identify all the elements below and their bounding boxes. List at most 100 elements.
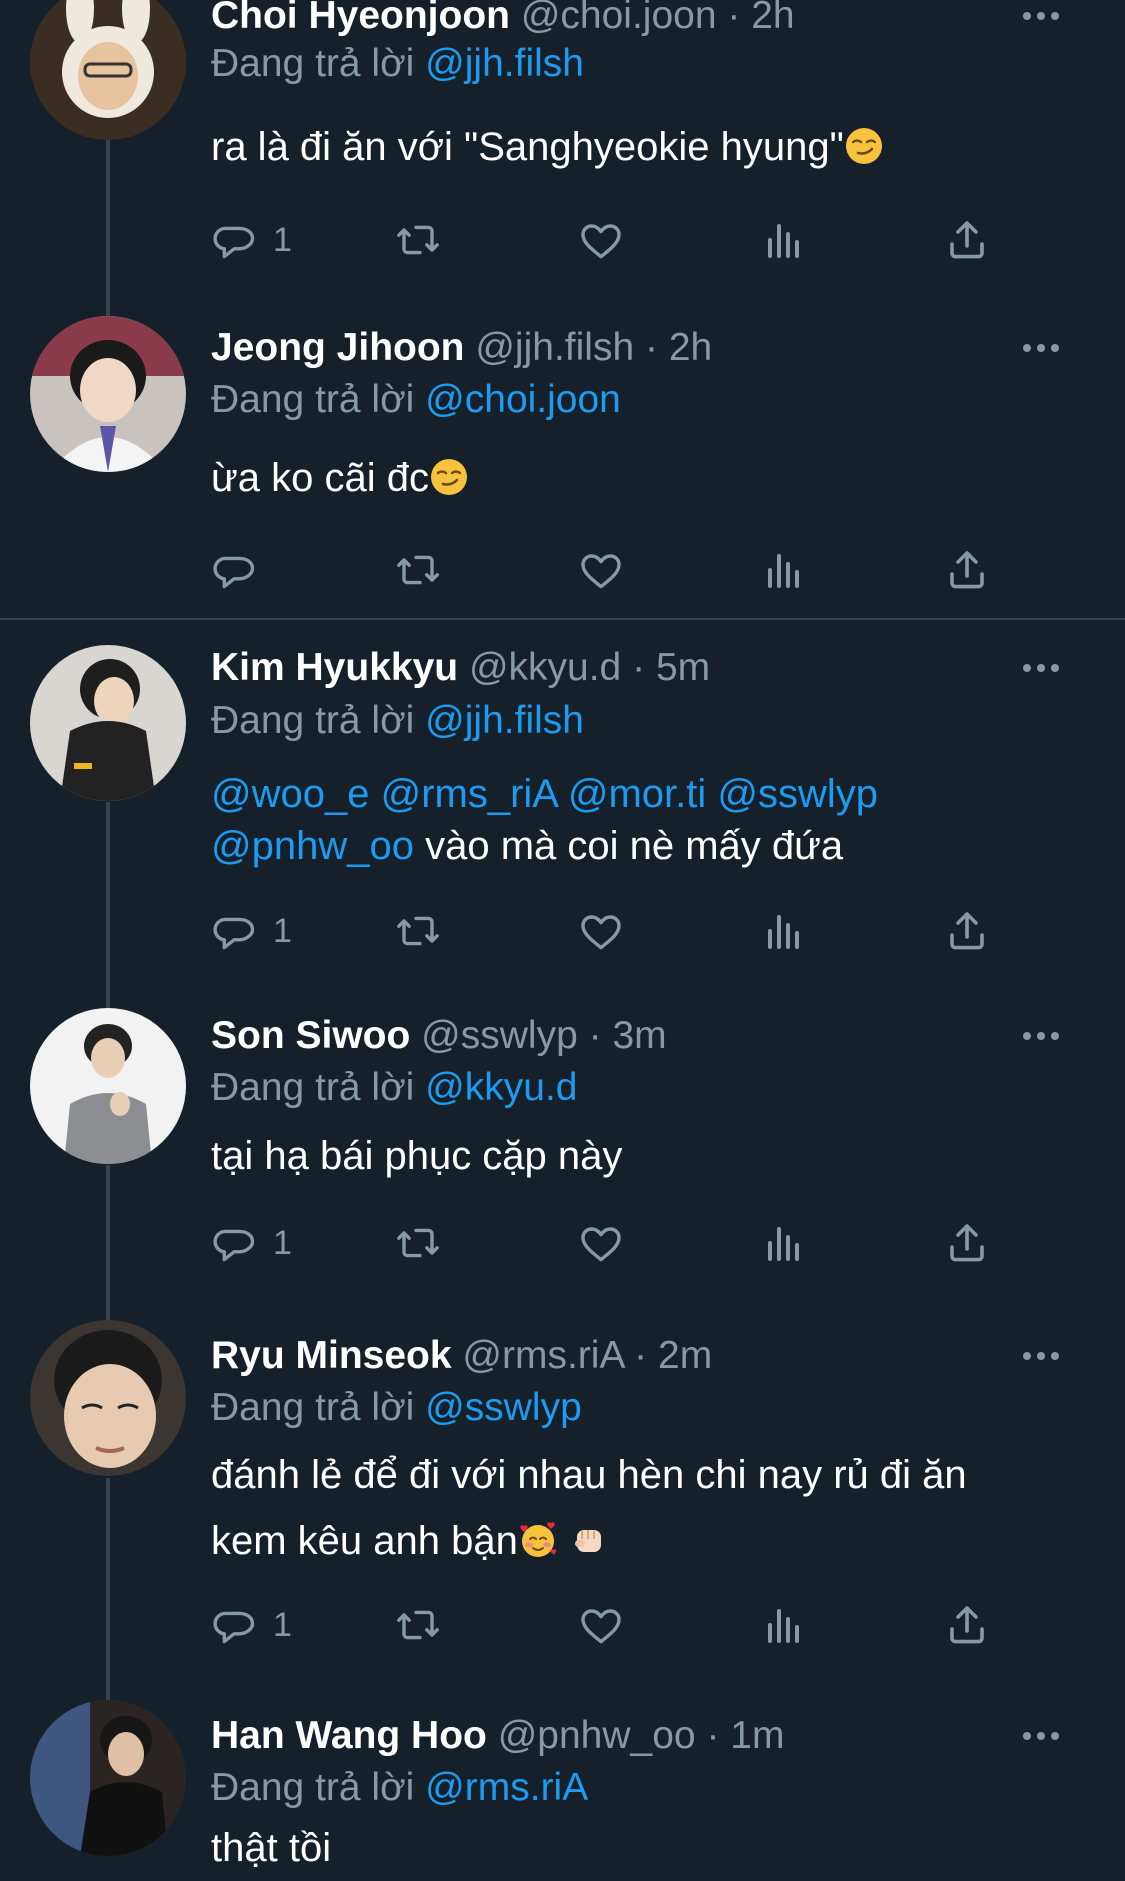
tweet-text-content: ừa ko cãi đc — [211, 456, 429, 500]
reply-icon — [211, 1219, 259, 1267]
heart-icon — [577, 907, 625, 955]
separator-dot: · — [588, 1014, 602, 1057]
tweet[interactable]: Son Siwoo @sswlyp · 3m Đang trả lời @kky… — [0, 1000, 1125, 1320]
heart-icon — [577, 546, 625, 594]
more-options-icon[interactable] — [1001, 1330, 1061, 1382]
replying-label: Đang trả lời — [211, 1766, 415, 1809]
tweet[interactable]: Jeong Jihoon @jjh.filsh · 2h Đang trả lờ… — [0, 312, 1125, 617]
reply-count: 1 — [273, 1223, 292, 1262]
more-options-icon[interactable] — [1001, 1710, 1061, 1762]
replying-mention[interactable]: @choi.joon — [425, 378, 621, 421]
display-name[interactable]: Son Siwoo — [211, 1014, 410, 1057]
user-handle[interactable]: @pnhw_oo — [498, 1714, 696, 1757]
like-button[interactable] — [577, 1213, 625, 1273]
smiling-hearts-emoji — [518, 1520, 558, 1560]
retweet-button[interactable] — [394, 901, 442, 961]
share-icon — [943, 216, 991, 264]
action-bar — [211, 540, 991, 600]
tweet-text-content: thật tồi — [211, 1826, 332, 1870]
replying-label: Đang trả lời — [211, 42, 415, 85]
avatar[interactable] — [30, 316, 186, 472]
reply-button[interactable] — [211, 540, 273, 600]
share-button[interactable] — [943, 1595, 991, 1655]
tweet-text: ừa ko cãi đc — [211, 452, 1085, 504]
analytics-icon — [760, 1601, 808, 1649]
tweet-text: @woo_e @rms_riA @mor.ti @sswlyp @pnhw_oo… — [211, 768, 1085, 872]
share-icon — [943, 1601, 991, 1649]
user-handle[interactable]: @choi.joon — [521, 0, 717, 37]
replying-label: Đang trả lời — [211, 378, 415, 421]
tweet[interactable]: Kim Hyukkyu @kkyu.d · 5m Đang trả lời @j… — [0, 620, 1125, 1000]
replying-mention[interactable]: @rms.riA — [425, 1766, 588, 1809]
analytics-icon — [760, 907, 808, 955]
timestamp[interactable]: 2h — [751, 0, 794, 37]
tweet-text-content: tại hạ bái phục cặp này — [211, 1134, 623, 1178]
replying-to: Đang trả lời @rms.riA — [211, 1762, 588, 1814]
more-options-icon[interactable] — [1001, 0, 1061, 42]
reply-button[interactable]: 1 — [211, 1595, 292, 1655]
avatar[interactable] — [30, 1320, 186, 1476]
display-name[interactable]: Kim Hyukkyu — [211, 646, 458, 689]
tweet[interactable]: Ryu Minseok @rms.riA · 2m Đang trả lời @… — [0, 1320, 1125, 1700]
avatar[interactable] — [30, 645, 186, 801]
replying-mention[interactable]: @jjh.filsh — [425, 699, 584, 742]
share-button[interactable] — [943, 901, 991, 961]
action-bar: 1 — [211, 901, 991, 961]
analytics-icon — [760, 216, 808, 264]
timestamp[interactable]: 5m — [656, 646, 710, 689]
user-handle[interactable]: @kkyu.d — [469, 646, 621, 689]
retweet-button[interactable] — [394, 210, 442, 270]
fist-bump-emoji — [569, 1520, 609, 1560]
tweet[interactable]: Choi Hyeonjoon @choi.joon · 2h Đang trả … — [0, 0, 1125, 312]
like-button[interactable] — [577, 210, 625, 270]
retweet-button[interactable] — [394, 540, 442, 600]
share-button[interactable] — [943, 210, 991, 270]
timestamp[interactable]: 1m — [730, 1714, 784, 1757]
tweet-text: thật tồi — [211, 1822, 1085, 1874]
mention-list[interactable]: @woo_e @rms_riA @mor.ti @sswlyp — [211, 768, 1085, 820]
share-button[interactable] — [943, 540, 991, 600]
replying-mention[interactable]: @jjh.filsh — [425, 42, 584, 85]
share-button[interactable] — [943, 1213, 991, 1273]
analytics-button[interactable] — [760, 901, 808, 961]
avatar[interactable] — [30, 1700, 186, 1856]
timestamp[interactable]: 2h — [669, 326, 712, 369]
user-handle[interactable]: @rms.riA — [462, 1334, 623, 1377]
action-bar: 1 — [211, 1213, 991, 1273]
display-name[interactable]: Ryu Minseok — [211, 1334, 452, 1377]
reply-button[interactable]: 1 — [211, 210, 292, 270]
separator-dot: · — [645, 326, 658, 369]
like-button[interactable] — [577, 901, 625, 961]
display-name[interactable]: Choi Hyeonjoon — [211, 0, 510, 37]
share-icon — [943, 907, 991, 955]
analytics-button[interactable] — [760, 210, 808, 270]
reply-icon — [211, 546, 259, 594]
reply-button[interactable]: 1 — [211, 1213, 292, 1273]
display-name[interactable]: Jeong Jihoon — [211, 326, 465, 369]
display-name[interactable]: Han Wang Hoo — [211, 1714, 487, 1757]
timestamp[interactable]: 3m — [612, 1014, 666, 1057]
analytics-button[interactable] — [760, 1595, 808, 1655]
timestamp[interactable]: 2m — [658, 1334, 712, 1377]
user-handle[interactable]: @sswlyp — [421, 1014, 578, 1057]
more-options-icon[interactable] — [1001, 322, 1061, 374]
tweet[interactable]: Han Wang Hoo @pnhw_oo · 1m Đang trả lời … — [0, 1700, 1125, 1881]
retweet-button[interactable] — [394, 1595, 442, 1655]
more-options-icon[interactable] — [1001, 1010, 1061, 1062]
replying-mention[interactable]: @sswlyp — [425, 1386, 582, 1429]
user-handle[interactable]: @jjh.filsh — [475, 326, 634, 369]
share-icon — [943, 546, 991, 594]
more-options-icon[interactable] — [1001, 642, 1061, 694]
tweet-text-line: đánh lẻ để đi với nhau hèn chi nay rủ đi… — [211, 1453, 967, 1497]
mention-link[interactable]: @pnhw_oo — [211, 824, 414, 868]
like-button[interactable] — [577, 540, 625, 600]
avatar[interactable] — [30, 1008, 186, 1164]
analytics-button[interactable] — [760, 1213, 808, 1273]
replying-mention[interactable]: @kkyu.d — [425, 1066, 577, 1109]
analytics-button[interactable] — [760, 540, 808, 600]
retweet-button[interactable] — [394, 1213, 442, 1273]
avatar[interactable] — [30, 0, 186, 140]
like-button[interactable] — [577, 1595, 625, 1655]
retweet-icon — [394, 1601, 442, 1649]
reply-button[interactable]: 1 — [211, 901, 292, 961]
